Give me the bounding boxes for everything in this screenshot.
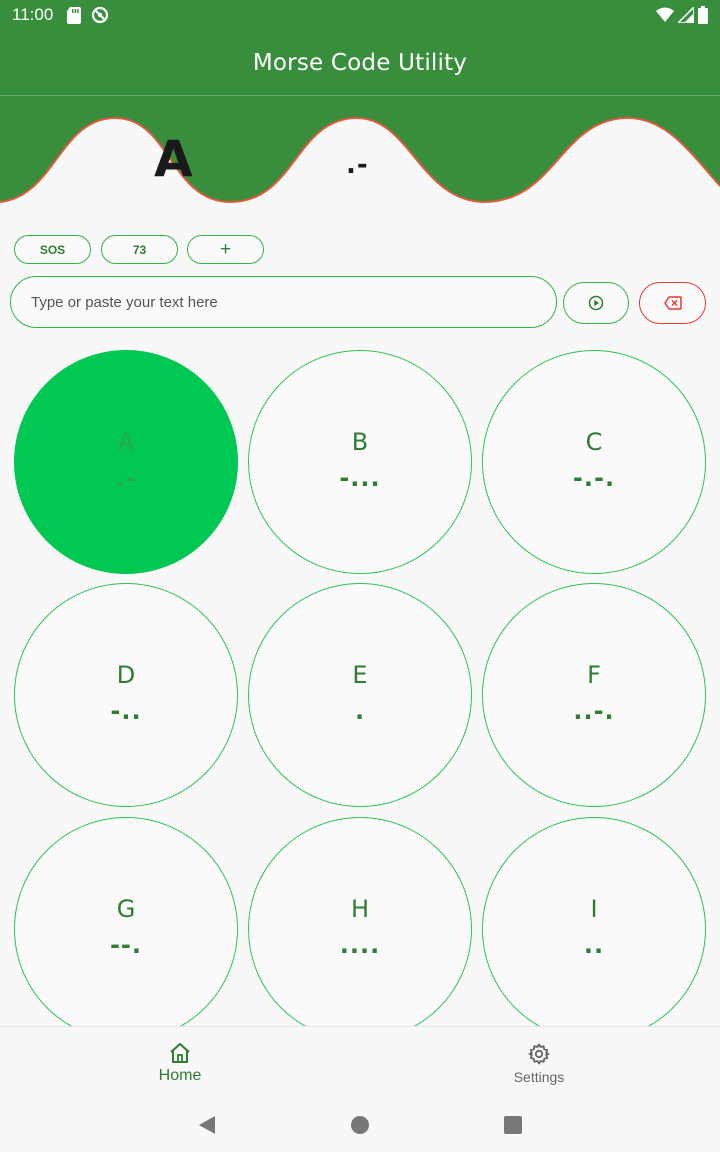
letter-grid: A .- B -... C -.-. D -.. E . F ..-. G --…: [0, 340, 720, 1026]
chip-73[interactable]: 73: [101, 235, 178, 264]
nav-settings-label: Settings: [513, 1068, 565, 1085]
play-circle-icon: [588, 295, 604, 311]
cell-letter: D: [116, 661, 136, 689]
cell-letter: A: [117, 428, 135, 456]
sd-card-icon: [67, 6, 82, 24]
home-icon: [170, 1042, 190, 1063]
cell-code: --.: [109, 931, 143, 959]
current-code-display: .-: [346, 150, 369, 180]
status-right-icons: [656, 6, 708, 24]
home-circle-icon: [351, 1116, 369, 1134]
add-chip-button[interactable]: +: [187, 235, 264, 264]
recents-button[interactable]: [500, 1112, 526, 1138]
app-screen: 11:00 Morse Code Utility A .- SOS 73 + T…: [0, 0, 720, 1152]
cell-letter: F: [587, 661, 601, 689]
home-system-button[interactable]: [347, 1112, 373, 1138]
app-title: Morse Code Utility: [252, 49, 468, 76]
sos-chip[interactable]: SOS: [14, 235, 91, 264]
letter-cell-d[interactable]: D -..: [14, 583, 238, 807]
wifi-icon: [656, 7, 674, 22]
cell-letter: C: [585, 428, 603, 456]
cell-letter: I: [590, 895, 598, 923]
cell-code: .-: [115, 464, 137, 492]
cell-code: .: [354, 697, 366, 725]
cell-code: -.-.: [572, 464, 616, 492]
status-bar: 11:00: [0, 0, 720, 30]
backspace-icon: [663, 296, 682, 310]
cell-code: ..-.: [573, 697, 615, 725]
cell-letter: H: [350, 895, 370, 923]
clear-button[interactable]: [639, 282, 706, 324]
nav-home-label: Home: [158, 1066, 202, 1084]
status-left-icons: [67, 6, 109, 24]
nav-home[interactable]: Home: [110, 1027, 250, 1099]
current-letter-display: A: [154, 130, 193, 188]
text-input[interactable]: [10, 276, 557, 328]
status-time: 11:00: [12, 5, 54, 24]
letter-cell-a[interactable]: A .-: [14, 350, 238, 574]
cell-letter: G: [116, 895, 136, 923]
cell-code: ....: [339, 931, 381, 959]
cell-letter: E: [352, 661, 368, 689]
app-bar: Morse Code Utility: [0, 30, 720, 96]
battery-icon: [698, 6, 708, 24]
letter-cell-f[interactable]: F ..-.: [482, 583, 706, 807]
play-button[interactable]: [563, 282, 629, 324]
letter-cell-c[interactable]: C -.-.: [482, 350, 706, 574]
nav-settings[interactable]: Settings: [469, 1027, 609, 1099]
cell-code: ..: [583, 931, 605, 959]
letter-cell-e[interactable]: E .: [248, 583, 472, 807]
cell-code: -...: [339, 464, 381, 492]
bottom-navigation: Home Settings: [0, 1026, 720, 1098]
system-navigation-bar: [0, 1098, 720, 1152]
letter-cell-b[interactable]: B -...: [248, 350, 472, 574]
no-sync-icon: [92, 6, 109, 24]
letter-cell-i[interactable]: I ..: [482, 817, 706, 1026]
cell-code: -..: [110, 697, 142, 725]
cell-letter: B: [351, 428, 369, 456]
letter-cell-h[interactable]: H ....: [248, 817, 472, 1026]
gear-icon: [528, 1043, 550, 1064]
back-button[interactable]: [194, 1112, 220, 1138]
signal-icon: [678, 7, 694, 23]
recents-square-icon: [504, 1116, 522, 1134]
letter-cell-g[interactable]: G --.: [14, 817, 238, 1026]
back-triangle-icon: [199, 1116, 215, 1134]
